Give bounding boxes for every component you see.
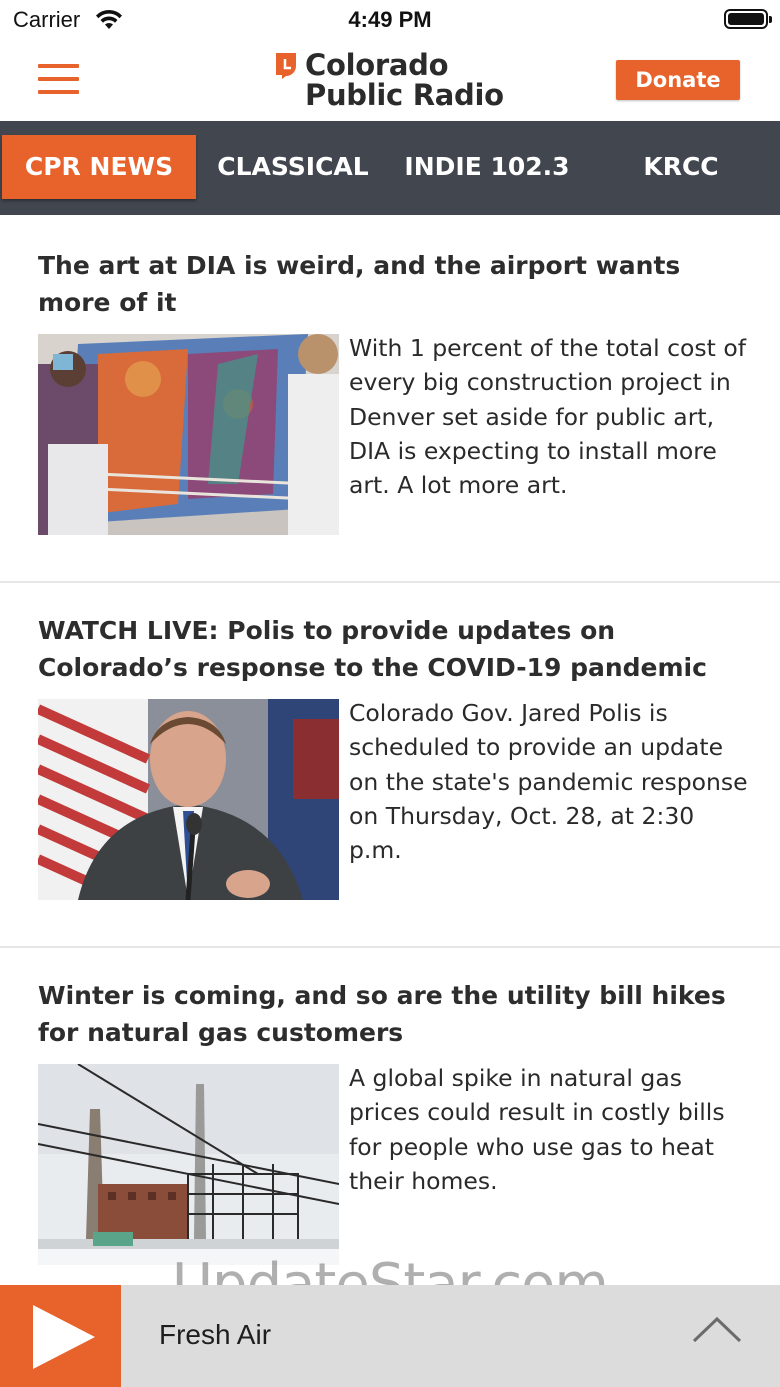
tab-krcc[interactable]: KRCC [584, 135, 778, 199]
menu-icon[interactable] [38, 64, 79, 94]
chevron-up-icon[interactable] [692, 1315, 742, 1345]
cpr-logo-mark-icon [276, 53, 296, 79]
article-title[interactable]: WATCH LIVE: Polis to provide updates on … [38, 612, 748, 686]
article-image[interactable] [38, 1064, 339, 1265]
audio-player-bar: Fresh Air [0, 1285, 780, 1387]
article-summary: With 1 percent of the total cost of ever… [349, 334, 746, 500]
status-time: 4:49 PM [348, 7, 432, 32]
governor-image [38, 699, 339, 900]
status-bar: Carrier 4:49 PM [0, 0, 780, 40]
logo-line-1: Colorado [305, 48, 449, 82]
tab-cpr-news[interactable]: CPR NEWS [2, 135, 196, 199]
now-playing-title[interactable]: Fresh Air [159, 1319, 271, 1351]
article-title[interactable]: The art at DIA is weird, and the airport… [38, 247, 748, 321]
cpr-logo[interactable]: Colorado Public Radio [276, 50, 516, 110]
play-icon [33, 1305, 95, 1369]
article-divider [0, 946, 780, 948]
play-button[interactable] [0, 1285, 121, 1387]
donate-button[interactable]: Donate [616, 60, 740, 100]
article-image[interactable] [38, 699, 339, 900]
tab-classical[interactable]: CLASSICAL [196, 135, 390, 199]
mural-image [38, 334, 339, 535]
power-plant-image [38, 1064, 339, 1265]
logo-text: Colorado Public Radio [305, 50, 504, 110]
article-image[interactable] [38, 334, 339, 535]
tab-indie[interactable]: INDIE 102.3 [390, 135, 584, 199]
battery-icon [724, 9, 772, 29]
article-summary: A global spike in natural gas prices cou… [349, 1064, 725, 1195]
logo-line-2: Public Radio [305, 78, 504, 112]
station-tabs: CPR NEWS CLASSICAL INDIE 102.3 KRCC [0, 121, 780, 215]
article-divider [0, 581, 780, 583]
article-summary: Colorado Gov. Jared Polis is scheduled t… [349, 699, 748, 865]
article-title[interactable]: Winter is coming, and so are the utility… [38, 977, 748, 1051]
app-header: Colorado Public Radio Donate [0, 40, 780, 121]
